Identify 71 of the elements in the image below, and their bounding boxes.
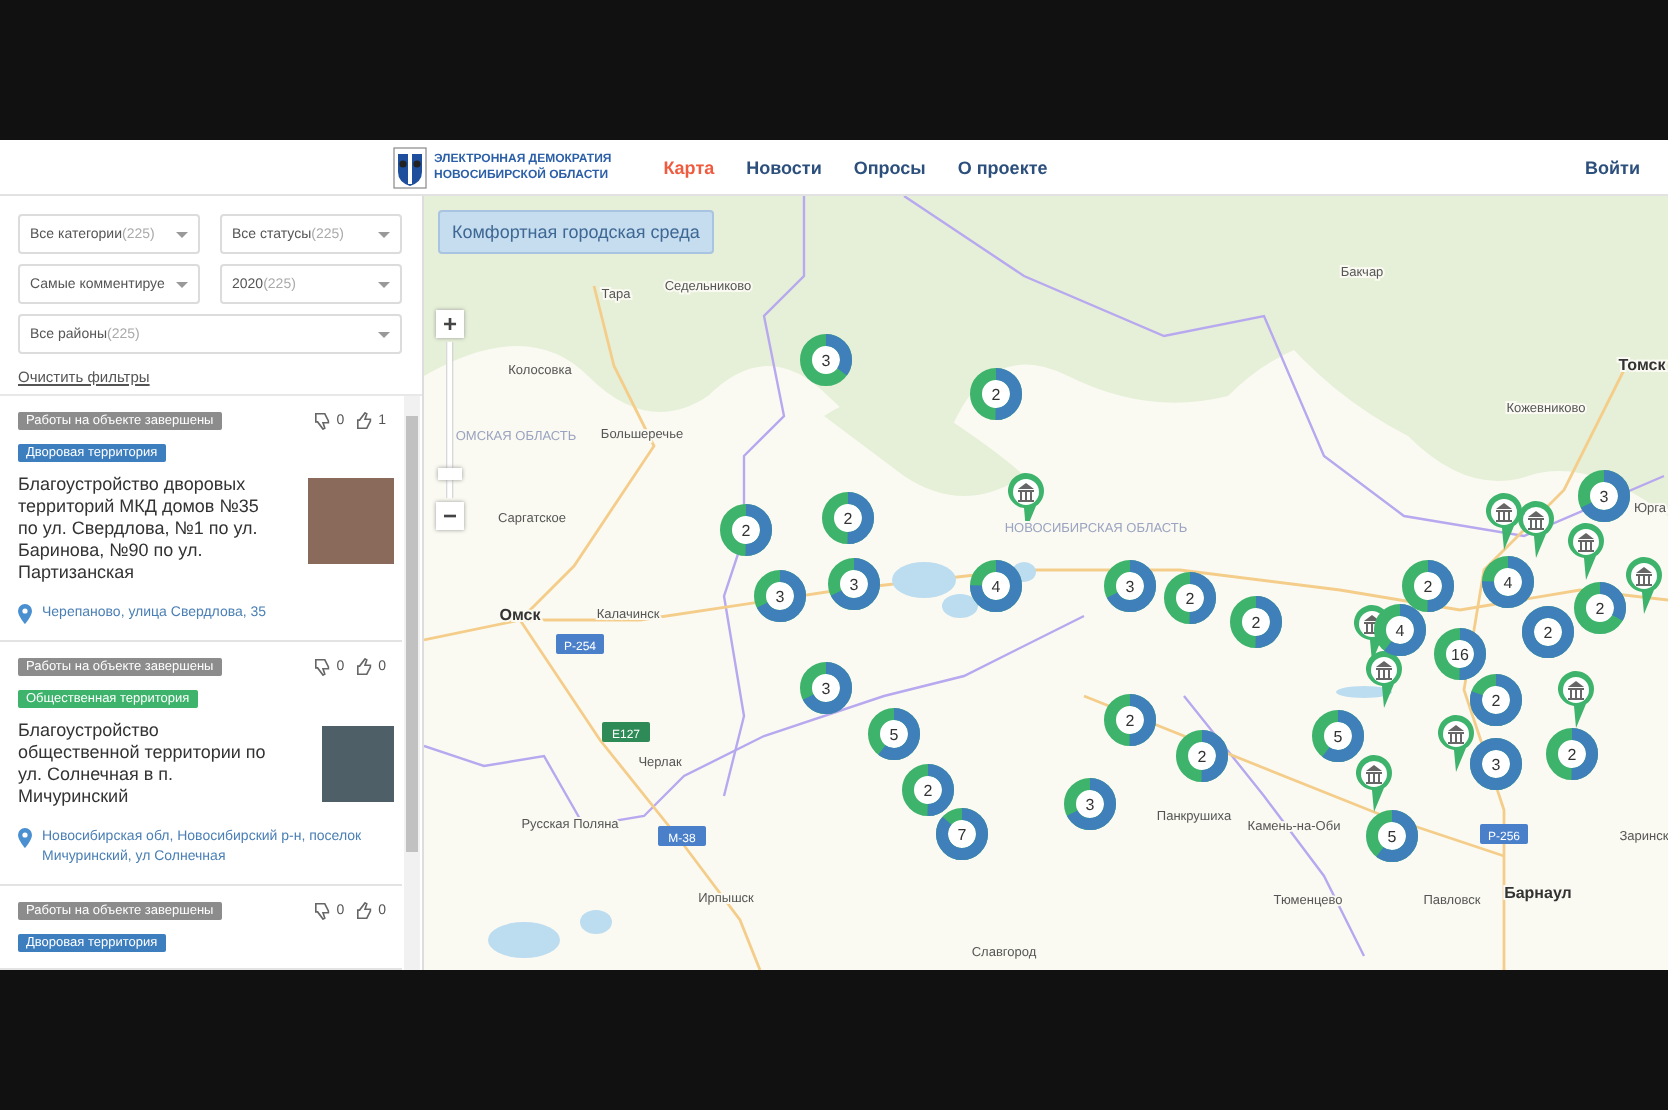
cluster-marker[interactable]: 3 bbox=[1578, 470, 1630, 522]
cluster-marker[interactable]: 5 bbox=[868, 708, 920, 760]
cluster-marker[interactable]: 2 bbox=[902, 764, 954, 816]
zoom-in-button[interactable]: + bbox=[436, 310, 464, 338]
building-map-pin-icon[interactable] bbox=[1626, 557, 1662, 614]
caret-icon bbox=[378, 331, 390, 337]
location-pin-icon bbox=[18, 828, 32, 848]
cluster-marker[interactable]: 3 bbox=[1470, 738, 1522, 790]
cluster-marker[interactable]: 2 bbox=[1546, 728, 1598, 780]
zoom-out-button[interactable]: − bbox=[436, 502, 464, 530]
nav-link[interactable]: Новости bbox=[746, 157, 822, 177]
cluster-marker[interactable]: 2 bbox=[1176, 730, 1228, 782]
cluster-marker[interactable]: 2 bbox=[970, 368, 1022, 420]
building-map-pin-icon[interactable] bbox=[1486, 493, 1522, 550]
layer-button[interactable]: Комфортная городская среда bbox=[438, 210, 714, 254]
nav-link[interactable]: Опросы bbox=[853, 157, 926, 177]
lake bbox=[1012, 562, 1036, 582]
thumbs-down-icon[interactable] bbox=[314, 902, 333, 920]
cluster-marker[interactable]: 2 bbox=[1104, 694, 1156, 746]
cluster-marker[interactable]: 7 bbox=[936, 808, 988, 860]
lake bbox=[488, 922, 560, 958]
caret-icon bbox=[176, 281, 188, 287]
cluster-marker[interactable]: 2 bbox=[1164, 572, 1216, 624]
cluster-marker[interactable]: 5 bbox=[1366, 810, 1418, 862]
cluster-marker[interactable]: 2 bbox=[1230, 596, 1282, 648]
caret-icon bbox=[378, 281, 390, 287]
cluster-marker[interactable]: 3 bbox=[828, 558, 880, 610]
thumbs-up-icon[interactable] bbox=[356, 658, 375, 676]
cluster-marker[interactable]: 3 bbox=[800, 334, 852, 386]
cluster-marker[interactable]: 3 bbox=[1104, 560, 1156, 612]
zoom-slider-handle[interactable] bbox=[438, 468, 462, 481]
login-link[interactable]: Войти bbox=[1585, 157, 1640, 177]
project-title-link[interactable]: Благоустройство общественной территории по ул. Солнечная в п. Мичуринский bbox=[18, 720, 274, 808]
caret-icon bbox=[378, 231, 390, 237]
cluster-marker[interactable]: 3 bbox=[800, 662, 852, 714]
building-map-pin-icon[interactable] bbox=[1568, 523, 1604, 580]
project-title-link[interactable]: Благоустройство дворовых территорий МКД домов №35 по ул. Свердлова, №1 по ул. Баринова, №90 по ул. Партизанская bbox=[18, 474, 274, 584]
cluster-marker[interactable]: 3 bbox=[754, 570, 806, 622]
building-map-pin-icon[interactable] bbox=[1518, 501, 1554, 558]
lake bbox=[1336, 686, 1392, 698]
place-label: Томск bbox=[1618, 356, 1666, 374]
cluster-marker[interactable]: 5 bbox=[1312, 710, 1364, 762]
thumbs-down-icon[interactable] bbox=[314, 412, 333, 430]
cluster-marker[interactable]: 4 bbox=[1374, 604, 1426, 656]
thumbs-down-icon[interactable] bbox=[314, 658, 333, 676]
place-label: Омск bbox=[499, 606, 541, 624]
cluster-marker[interactable]: 2 bbox=[720, 504, 772, 556]
cluster-marker[interactable]: 2 bbox=[1574, 582, 1626, 634]
scrollbar[interactable] bbox=[404, 396, 420, 970]
building-map-pin-icon[interactable] bbox=[1356, 755, 1392, 812]
thumbs-up-icon[interactable] bbox=[356, 902, 375, 920]
cluster-marker[interactable]: 4 bbox=[970, 560, 1022, 612]
photo-placeholder bbox=[308, 478, 394, 564]
nav-link[interactable]: О проекте bbox=[957, 157, 1048, 177]
thumbs-up-icon[interactable] bbox=[356, 412, 375, 430]
building-map-pin-icon[interactable] bbox=[1366, 651, 1402, 708]
lake bbox=[580, 910, 612, 934]
cluster-marker[interactable]: 4 bbox=[1482, 556, 1534, 608]
coat-of-arms-icon bbox=[392, 145, 428, 189]
cluster-marker[interactable]: 2 bbox=[1402, 560, 1454, 612]
cluster-marker[interactable]: 2 bbox=[1470, 674, 1522, 726]
cluster-marker[interactable]: 2 bbox=[1522, 606, 1574, 658]
cluster-marker[interactable]: 3 bbox=[1064, 778, 1116, 830]
building-map-pin-icon[interactable] bbox=[1438, 715, 1474, 772]
cluster-marker[interactable]: 16 bbox=[1434, 628, 1486, 680]
photo-placeholder bbox=[322, 726, 394, 802]
place-label: Барнаул bbox=[1504, 884, 1572, 902]
cluster-marker[interactable]: 2 bbox=[822, 492, 874, 544]
caret-icon bbox=[176, 231, 188, 237]
location-pin-icon bbox=[18, 604, 32, 624]
building-map-pin-icon[interactable] bbox=[1558, 671, 1594, 728]
